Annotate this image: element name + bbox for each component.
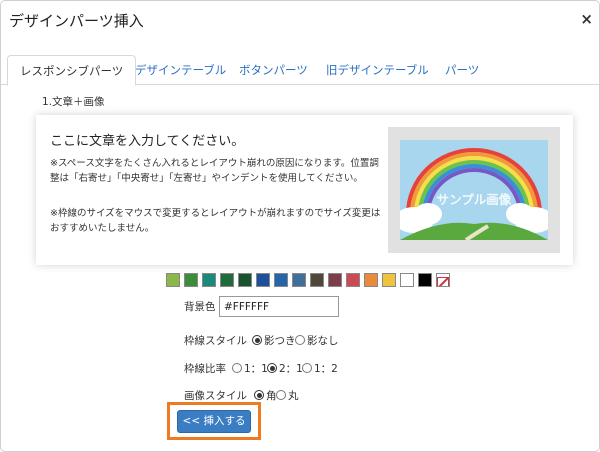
- tab-old-design-table[interactable]: 旧デザインテーブル: [326, 55, 429, 85]
- dialog-title: デザインパーツ挿入: [9, 12, 144, 30]
- swatch-white[interactable]: [400, 273, 414, 287]
- image-style-round-radio[interactable]: [276, 390, 286, 400]
- border-ratio-2-1-label: 2：1: [279, 363, 303, 375]
- sample-image: サンプル画像: [388, 127, 560, 253]
- swatch-darkgreen[interactable]: [220, 273, 234, 287]
- tab-bar: レスポンシブパーツ デザインテーブル ボタンパーツ 旧デザインテーブル パーツ: [1, 55, 599, 86]
- image-style-label: 画像スタイル: [184, 390, 247, 402]
- bg-color-label: 背景色: [184, 301, 216, 313]
- section-label: 1.文章＋画像: [42, 96, 105, 108]
- swatch-red[interactable]: [346, 273, 360, 287]
- swatch-forest[interactable]: [238, 273, 252, 287]
- swatch-green[interactable]: [184, 273, 198, 287]
- sample-image-label: サンプル画像: [436, 192, 512, 207]
- swatch-none-icon[interactable]: [436, 273, 450, 287]
- bg-color-input[interactable]: [219, 296, 339, 317]
- border-ratio-1-1-radio[interactable]: [232, 363, 242, 373]
- preview-heading: ここに文章を入力してください。: [50, 134, 245, 149]
- dialog-titlebar: デザインパーツ挿入 ×: [1, 1, 599, 37]
- swatch-teal[interactable]: [202, 273, 216, 287]
- text-image-preview-card[interactable]: ここに文章を入力してください。 ※スペース文字をたくさん入れるとレイアウト崩れの…: [36, 115, 573, 265]
- image-style-round-label: 丸: [288, 390, 299, 402]
- swatch-brown[interactable]: [310, 273, 324, 287]
- tab-design-table[interactable]: デザインテーブル: [135, 55, 226, 85]
- swatch-yellowgreen[interactable]: [166, 273, 180, 287]
- swatch-blue[interactable]: [274, 273, 288, 287]
- border-ratio-1-2-radio[interactable]: [302, 363, 312, 373]
- close-icon[interactable]: ×: [580, 10, 593, 28]
- border-ratio-1-1-label: 1：1: [244, 363, 268, 375]
- tab-responsive-parts[interactable]: レスポンシブパーツ: [7, 55, 137, 86]
- border-style-noshadow-radio[interactable]: [295, 335, 305, 345]
- border-style-shadow-label: 影つき: [264, 335, 296, 347]
- swatch-orange[interactable]: [364, 273, 378, 287]
- image-style-square-radio[interactable]: [254, 390, 264, 400]
- insert-button[interactable]: << 挿入する: [177, 410, 251, 433]
- swatch-maroon[interactable]: [328, 273, 342, 287]
- border-style-shadow-radio[interactable]: [252, 335, 262, 345]
- preview-note-resize: ※枠線のサイズをマウスで変更するとレイアウトが崩れますのでサイズ変更はおすすめい…: [50, 208, 381, 234]
- swatch-navy[interactable]: [256, 273, 270, 287]
- image-style-square-label: 角: [266, 390, 277, 402]
- preview-note-spacing: ※スペース文字をたくさん入れるとレイアウト崩れの原因になります。位置調整は「右寄…: [50, 158, 379, 184]
- border-ratio-2-1-radio[interactable]: [267, 363, 277, 373]
- tab-button-parts[interactable]: ボタンパーツ: [239, 55, 308, 85]
- swatch-steelblue[interactable]: [292, 273, 306, 287]
- border-ratio-1-2-label: 1：2: [314, 363, 338, 375]
- design-parts-dialog: デザインパーツ挿入 × レスポンシブパーツ デザインテーブル ボタンパーツ 旧デ…: [0, 0, 600, 452]
- border-style-noshadow-label: 影なし: [307, 335, 339, 347]
- tab-parts[interactable]: パーツ: [445, 55, 479, 85]
- swatch-black[interactable]: [418, 273, 432, 287]
- border-style-label: 枠線スタイル: [184, 335, 247, 347]
- border-ratio-label: 枠線比率: [184, 363, 226, 375]
- swatch-yellow[interactable]: [382, 273, 396, 287]
